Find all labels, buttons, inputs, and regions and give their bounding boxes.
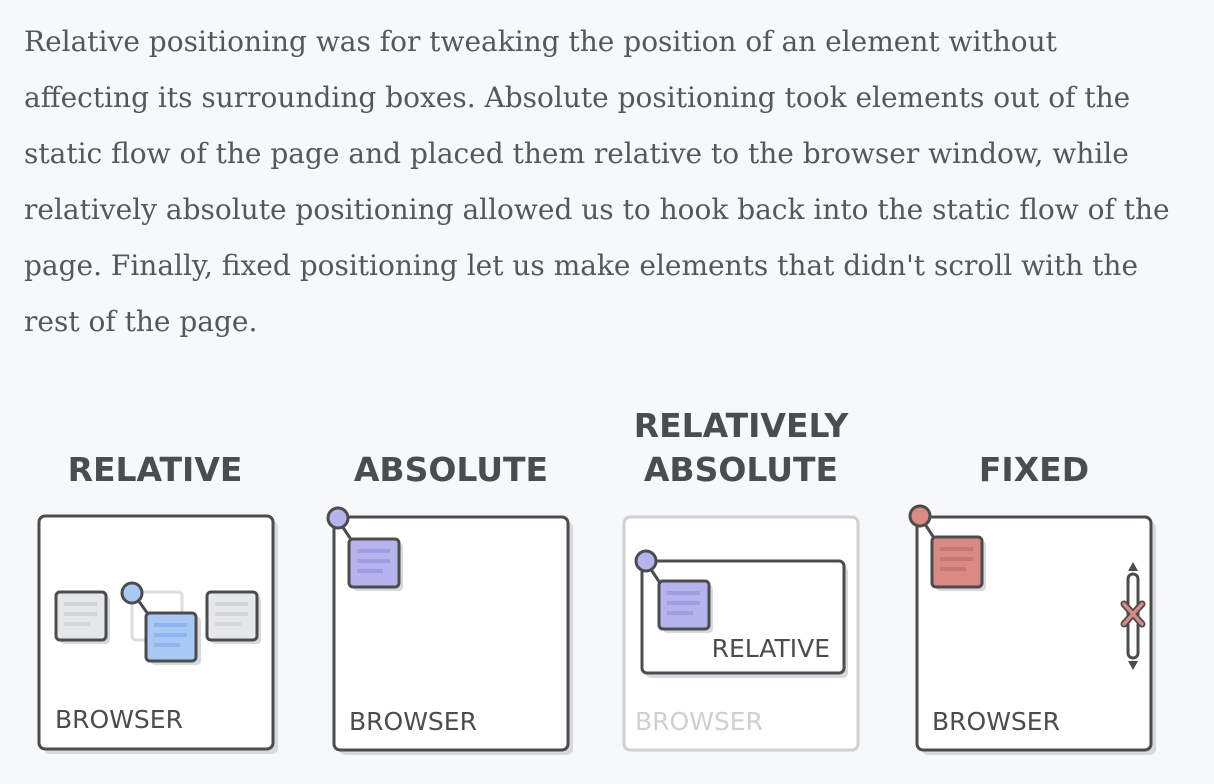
relative-container-label: RELATIVE [712,634,830,663]
scroll-blocked-icon [1120,562,1146,670]
pin-icon [908,504,932,528]
fixed-title: FIXED [979,450,1089,489]
relatively-absolute-browser-label: BROWSER [635,707,763,736]
relative-panel: RELATIVE BROWSER [37,450,278,754]
relative-title: RELATIVE [68,450,243,489]
fixed-panel: FIXED BROWSER [908,450,1156,755]
pin-icon [326,506,350,530]
fixed-box [930,535,986,591]
relative-browser-label: BROWSER [55,705,183,734]
static-box-left [54,590,110,644]
relatively-absolute-title-line1: RELATIVELY [634,406,850,445]
absolute-browser-label: BROWSER [349,707,477,736]
positioning-diagram: RELATIVE BROWSER ABSOLUTE BROWSER RELATI… [37,406,1156,755]
absolute-panel: ABSOLUTE BROWSER [326,450,573,755]
relatively-absolute-panel: RELATIVELY ABSOLUTE RELATIVE BROWSER [622,406,860,752]
static-box-right [205,590,261,644]
relatively-absolute-title-line2: ABSOLUTE [644,450,838,489]
relative-box [144,611,201,665]
pin-icon [120,581,144,605]
absolute-title: ABSOLUTE [354,450,548,489]
absolute-box [347,537,403,591]
pin-icon [634,549,658,573]
fixed-browser-label: BROWSER [932,707,1060,736]
nested-absolute-box [657,579,713,633]
